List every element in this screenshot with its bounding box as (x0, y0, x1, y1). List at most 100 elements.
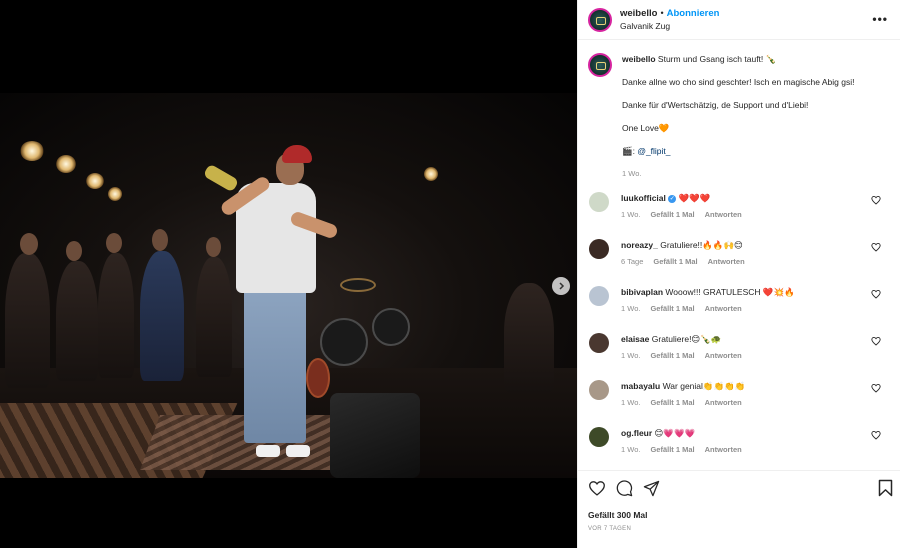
comment-time[interactable]: 1 Wo. (621, 351, 640, 360)
comment-time[interactable]: 1 Wo. (621, 445, 640, 454)
caption-username[interactable]: weibello (622, 54, 656, 64)
post-age: VOR 7 TAGEN (588, 526, 632, 532)
post-actions: Gefällt 300 Mal VOR 7 TAGEN (578, 470, 900, 532)
comment-text: 😊💗💗💗 (654, 428, 696, 438)
audience-member (5, 253, 50, 388)
comment-meta: 6 Tage Gefällt 1 Mal Antworten (621, 256, 876, 268)
author-info: weibello • Abonnieren Galvanik Zug (620, 7, 719, 32)
comments-section[interactable]: weibello Sturm und Gsang isch tauft! 🍾 D… (578, 41, 900, 469)
comment-text: Wooow!!! GRATULESCH ❤️💥🔥 (665, 287, 795, 297)
reply-button[interactable]: Antworten (708, 257, 745, 266)
stage-light (20, 141, 44, 161)
comment-time[interactable]: 1 Wo. (621, 210, 640, 219)
comment-likes[interactable]: Gefällt 1 Mal (650, 210, 694, 219)
caption-text: weibello Sturm und Gsang isch tauft! 🍾 D… (622, 53, 854, 180)
reply-button[interactable]: Antworten (705, 210, 742, 219)
caption-time[interactable]: 1 Wo. (622, 168, 854, 180)
audience-head (206, 237, 221, 257)
audience-head (20, 233, 38, 255)
comment-likes[interactable]: Gefällt 1 Mal (650, 398, 694, 407)
audience-member (140, 251, 184, 381)
stage-light (56, 155, 76, 173)
comment-time[interactable]: 1 Wo. (621, 398, 640, 407)
commenter-avatar[interactable] (589, 380, 609, 400)
post-sidebar: weibello • Abonnieren Galvanik Zug ••• wei… (577, 0, 900, 548)
audience-head (66, 241, 82, 261)
commenter-avatar[interactable] (589, 286, 609, 306)
stage-light (86, 173, 104, 189)
commenter-username[interactable]: elaisae (621, 334, 649, 344)
follow-button[interactable]: Abonnieren (667, 8, 720, 19)
author-avatar[interactable] (588, 7, 612, 32)
comment-item: mabayalu War genial👏👏👏👏 1 Wo. Gefällt 1 Ma… (588, 380, 889, 415)
comment-likes[interactable]: Gefällt 1 Mal (650, 351, 694, 360)
commenter-avatar[interactable] (589, 427, 609, 447)
drum-kit (320, 318, 368, 366)
comment-like-heart-icon[interactable] (871, 383, 881, 393)
next-image-button[interactable] (552, 277, 570, 295)
champagne-bottle (202, 163, 240, 193)
commenter-username[interactable]: bibivaplan (621, 287, 663, 297)
audience-member (56, 261, 98, 381)
mention-link[interactable]: @_flipit_ (637, 146, 670, 156)
comment-text: Gratuliere!!🔥🔥🙌😊 (660, 240, 743, 250)
comment-meta: 1 Wo. Gefällt 1 Mal Antworten (621, 397, 876, 409)
comment-likes[interactable]: Gefällt 1 Mal (650, 304, 694, 313)
caption-avatar[interactable] (588, 53, 612, 77)
comment-likes[interactable]: Gefällt 1 Mal (653, 257, 697, 266)
author-username[interactable]: weibello (620, 8, 657, 19)
comment-time[interactable]: 1 Wo. (621, 304, 640, 313)
performer-shoe (286, 445, 310, 457)
comment-like-heart-icon[interactable] (871, 195, 881, 205)
commenter-username[interactable]: noreazy_ (621, 240, 658, 250)
audience-head (152, 229, 168, 251)
reply-button[interactable]: Antworten (705, 398, 742, 407)
comment-like-heart-icon[interactable] (871, 242, 881, 252)
stage-monitor (330, 393, 420, 478)
comment-time[interactable]: 6 Tage (621, 257, 643, 266)
reply-button[interactable]: Antworten (705, 304, 742, 313)
post-media (0, 0, 577, 548)
post-location[interactable]: Galvanik Zug (620, 20, 719, 32)
audience-head (106, 233, 122, 253)
verified-badge-icon: ✓ (668, 195, 677, 203)
comment-body: og.fleur 😊💗💗💗 1 Wo. Gefällt 1 Mal Antworten (621, 427, 876, 462)
share-icon[interactable] (643, 480, 660, 497)
comment-like-heart-icon[interactable] (871, 289, 881, 299)
comment-like-heart-icon[interactable] (871, 336, 881, 346)
comment-item: og.fleur 😊💗💗💗 1 Wo. Gefällt 1 Mal Antworten (588, 427, 889, 462)
reply-button[interactable]: Antworten (705, 351, 742, 360)
post-photo[interactable] (0, 93, 577, 478)
likes-count[interactable]: Gefällt 300 Mal (588, 510, 891, 520)
instagram-post: weibello • Abonnieren Galvanik Zug ••• wei… (0, 0, 900, 548)
comment-text: War genial👏👏👏👏 (662, 381, 746, 391)
bookmark-icon[interactable] (878, 479, 893, 497)
separator-dot: • (660, 8, 664, 18)
heart-icon[interactable] (588, 480, 606, 496)
commenter-avatar[interactable] (589, 239, 609, 259)
comment-body: noreazy_ Gratuliere!!🔥🔥🙌😊 6 Tage Gefällt 1… (621, 239, 876, 274)
audience-member (196, 257, 232, 377)
comment-list: luukofficial ✓ ❤️❤️❤️ 1 Wo. Gefällt 1 Mal A… (588, 192, 889, 462)
performer-jeans (244, 288, 306, 443)
performer-cap (282, 145, 312, 163)
reply-button[interactable]: Antworten (705, 445, 742, 454)
comment-body: mabayalu War genial👏👏👏👏 1 Wo. Gefällt 1 Ma… (621, 380, 876, 415)
commenter-username[interactable]: mabayalu (621, 381, 660, 391)
commenter-username[interactable]: og.fleur (621, 428, 652, 438)
comment-body: luukofficial ✓ ❤️❤️❤️ 1 Wo. Gefällt 1 Mal A… (621, 192, 876, 227)
drum-kit (340, 278, 376, 292)
comment-likes[interactable]: Gefällt 1 Mal (650, 445, 694, 454)
more-options-icon[interactable]: ••• (872, 12, 888, 26)
comment-body: bibivaplan Wooow!!! GRATULESCH ❤️💥🔥 1 Wo.… (621, 286, 876, 321)
commenter-avatar[interactable] (589, 333, 609, 353)
drum-kit (306, 358, 330, 398)
commenter-avatar[interactable] (589, 192, 609, 212)
comment-like-heart-icon[interactable] (871, 430, 881, 440)
commenter-username[interactable]: luukofficial (621, 193, 666, 203)
comment-icon[interactable] (616, 479, 633, 497)
caption-line: Danke allne wo cho sind geschter! Isch e… (622, 77, 855, 87)
comment-text: Gratuliere!😊🍾🐢 (651, 334, 722, 344)
post-header: weibello • Abonnieren Galvanik Zug ••• (578, 0, 900, 40)
caption-line: One Love🧡 (622, 123, 670, 133)
